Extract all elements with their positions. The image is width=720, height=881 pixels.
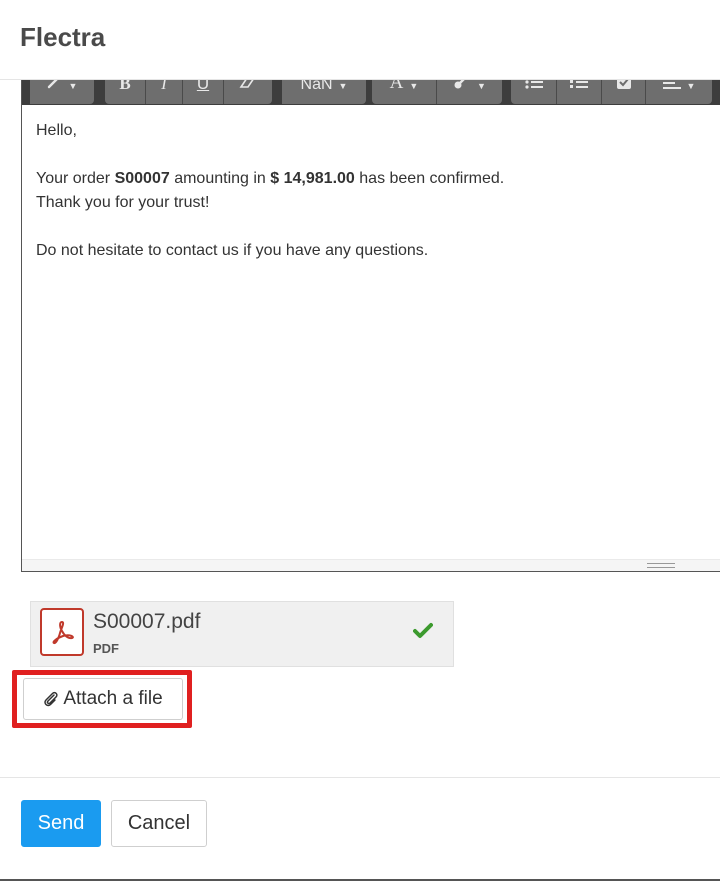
chevron-down-icon: ▼ [68, 81, 78, 91]
order-confirmation-text: Your order S00007 amounting in $ 14,981.… [36, 167, 504, 191]
checkmark-icon [413, 622, 433, 645]
chevron-down-icon: ▼ [477, 81, 486, 91]
attach-file-button[interactable]: Attach a file [23, 678, 183, 720]
editor-resize-bar[interactable] [22, 559, 720, 571]
attachment-card[interactable]: S00007.pdf PDF [30, 601, 454, 667]
message-body[interactable]: Hello, Your order S00007 amounting in $ … [36, 119, 504, 263]
paperclip-icon [43, 690, 59, 708]
attachment-file-name[interactable]: S00007.pdf [93, 610, 200, 634]
chevron-down-icon: ▼ [409, 81, 419, 91]
attach-file-label: Attach a file [63, 688, 163, 709]
app-header: Flectra [0, 0, 720, 80]
attachment-file-type: PDF [93, 641, 119, 656]
contact-text: Do not hesitate to contact us if you hav… [36, 242, 429, 259]
order-prefix: Your order [36, 170, 111, 187]
send-button[interactable]: Send [21, 800, 101, 847]
cancel-button[interactable]: Cancel [111, 800, 207, 847]
order-reference: S00007 [114, 170, 170, 187]
order-suffix: has been confirmed. [359, 170, 505, 187]
greeting-text: Hello, [36, 122, 77, 139]
footer-divider [0, 777, 720, 778]
order-mid-text: amounting in [174, 170, 266, 187]
resize-grip-icon[interactable] [647, 563, 675, 568]
order-amount: $ 14,981.00 [270, 170, 355, 187]
chevron-down-icon: ▼ [686, 81, 696, 91]
pdf-file-icon [40, 608, 84, 656]
thanks-text: Thank you for your trust! [36, 194, 210, 211]
app-title: Flectra [20, 22, 106, 52]
email-editor[interactable]: ▼ B I U NaN ▼ A ▼ ▼ ▼ Hello, Your order … [21, 60, 720, 572]
chevron-down-icon: ▼ [338, 81, 348, 91]
